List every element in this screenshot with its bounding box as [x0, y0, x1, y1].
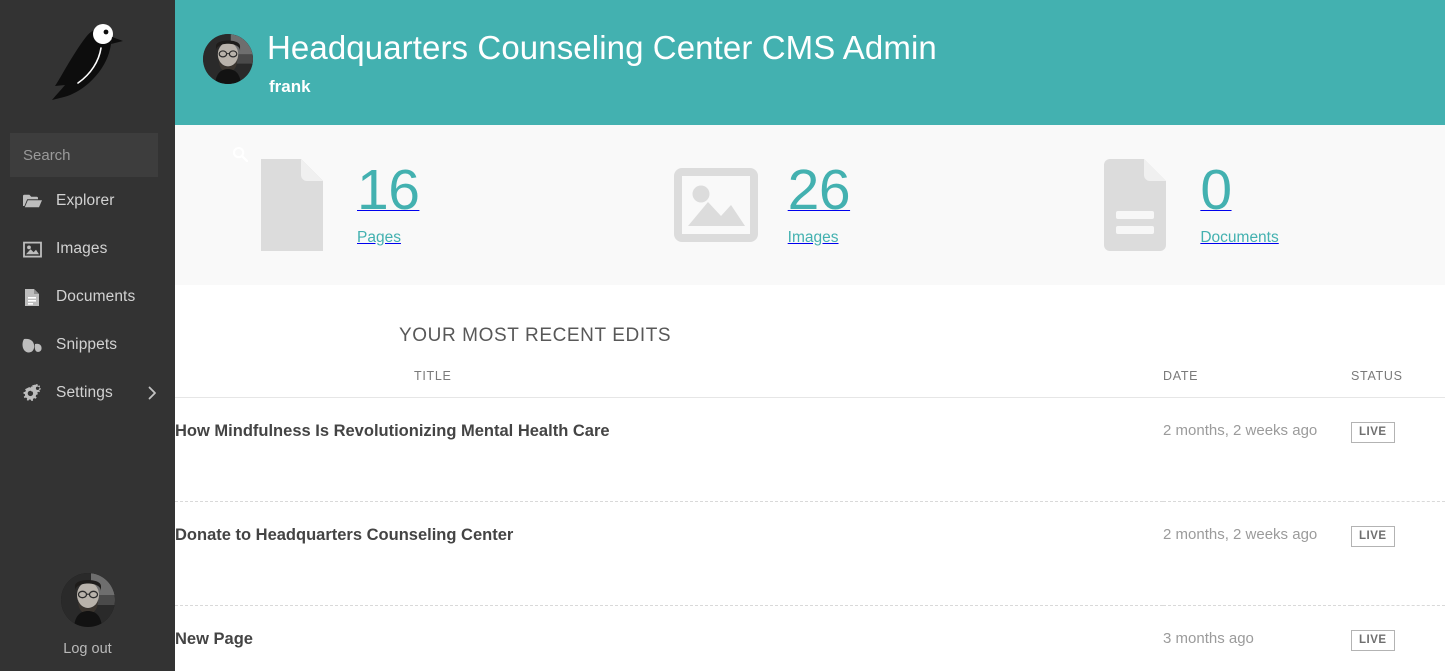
search-input[interactable] — [10, 146, 228, 164]
sidebar: Explorer Images — [0, 0, 249, 671]
search-icon — [232, 146, 249, 165]
sidebar-nav: Explorer Images Documents Snippets Setti… — [0, 177, 175, 417]
page-title: Headquarters Counseling Center CMS Admin — [267, 29, 937, 67]
avatar[interactable] — [60, 573, 115, 627]
main-content: Headquarters Counseling Center CMS Admin… — [175, 0, 1445, 671]
table-head: TITLE DATE STATUS — [175, 347, 1445, 398]
stat-count: 26 — [787, 158, 851, 223]
sidebar-item-documents[interactable]: Documents — [0, 273, 175, 321]
stat-images[interactable]: 26 Images — [602, 162, 1019, 246]
sidebar-logo[interactable] — [0, 0, 175, 122]
page-title-link[interactable]: New Page — [175, 630, 253, 648]
stat-count: 0 — [1200, 158, 1232, 223]
sidebar-footer: Log out — [0, 573, 175, 671]
admin-dashboard: Explorer Images — [0, 0, 1445, 671]
document-icon — [22, 287, 42, 307]
cell-status: LIVE — [1351, 397, 1445, 502]
status-badge: LIVE — [1351, 630, 1395, 651]
cell-title: New Page — [175, 606, 1163, 671]
sidebar-item-settings[interactable]: Settings — [0, 369, 175, 417]
recent-edits-section: YOUR MOST RECENT EDITS TITLE DATE STATUS… — [175, 285, 1445, 671]
table-row: New Page 3 months ago LIVE — [175, 606, 1445, 671]
image-icon — [22, 239, 42, 259]
stat-text: 0 Documents — [1200, 162, 1279, 246]
table-header-row: TITLE DATE STATUS — [175, 347, 1445, 398]
sidebar-item-images[interactable]: Images — [0, 225, 175, 273]
stat-count: 16 — [357, 158, 420, 223]
gears-icon — [22, 383, 42, 403]
sidebar-item-label: Images — [56, 240, 108, 257]
document-lines-icon — [1100, 155, 1170, 255]
search-submit-button[interactable] — [228, 146, 262, 165]
sidebar-item-explorer[interactable]: Explorer — [0, 177, 175, 225]
table-row: How Mindfulness Is Revolutionizing Menta… — [175, 397, 1445, 502]
chevron-right-icon — [148, 386, 157, 400]
sidebar-search[interactable] — [10, 133, 249, 177]
stat-label: Pages — [357, 228, 401, 246]
table-body: How Mindfulness Is Revolutionizing Menta… — [175, 397, 1445, 671]
cell-status: LIVE — [1351, 606, 1445, 671]
page-subtitle-username: frank — [269, 76, 311, 96]
cell-date: 2 months, 2 weeks ago — [1163, 397, 1351, 502]
header-text: Headquarters Counseling Center CMS Admin… — [267, 28, 937, 96]
snippets-leaf-icon — [22, 335, 42, 355]
cell-title: Donate to Headquarters Counseling Center — [175, 501, 1163, 606]
recent-edits-table: TITLE DATE STATUS How Mindfulness Is Rev… — [175, 347, 1445, 671]
status-badge: LIVE — [1351, 526, 1395, 547]
cell-title: How Mindfulness Is Revolutionizing Menta… — [175, 397, 1163, 502]
stat-text: 26 Images — [787, 162, 851, 246]
page-title-link[interactable]: How Mindfulness Is Revolutionizing Menta… — [175, 422, 610, 440]
edit-date: 2 months, 2 weeks ago — [1163, 526, 1318, 543]
column-header-date[interactable]: DATE — [1163, 347, 1351, 398]
sidebar-item-label: Snippets — [56, 336, 118, 353]
image-icon — [673, 167, 758, 242]
edit-date: 3 months ago — [1163, 630, 1254, 647]
folder-open-icon — [22, 191, 42, 211]
stat-documents[interactable]: 0 Documents — [1018, 155, 1445, 255]
cell-status: LIVE — [1351, 501, 1445, 606]
recent-edits-heading: YOUR MOST RECENT EDITS — [399, 325, 672, 346]
page-icon — [257, 155, 327, 255]
stats-summary-bar: 16 Pages 26 Images 0 Documents — [175, 125, 1445, 285]
cell-date: 3 months ago — [1163, 606, 1351, 671]
status-badge: LIVE — [1351, 422, 1395, 443]
stat-label: Images — [787, 228, 839, 246]
sidebar-item-snippets[interactable]: Snippets — [0, 321, 175, 369]
page-title-link[interactable]: Donate to Headquarters Counseling Center — [175, 526, 513, 544]
column-header-status[interactable]: STATUS — [1351, 347, 1445, 398]
sidebar-item-label: Settings — [56, 384, 113, 401]
sidebar-item-label: Explorer — [56, 192, 115, 209]
stat-label: Documents — [1200, 228, 1279, 246]
stat-pages[interactable]: 16 Pages — [175, 155, 602, 255]
logout-button[interactable]: Log out — [63, 641, 111, 665]
page-header: Headquarters Counseling Center CMS Admin… — [175, 0, 1445, 125]
stat-text: 16 Pages — [357, 162, 420, 246]
cell-date: 2 months, 2 weeks ago — [1163, 501, 1351, 606]
avatar — [203, 33, 253, 84]
column-header-title[interactable]: TITLE — [175, 347, 1163, 398]
sidebar-item-label: Documents — [56, 288, 136, 305]
edit-date: 2 months, 2 weeks ago — [1163, 422, 1318, 439]
table-row: Donate to Headquarters Counseling Center… — [175, 501, 1445, 606]
wagtail-bird-logo-icon — [51, 21, 125, 101]
